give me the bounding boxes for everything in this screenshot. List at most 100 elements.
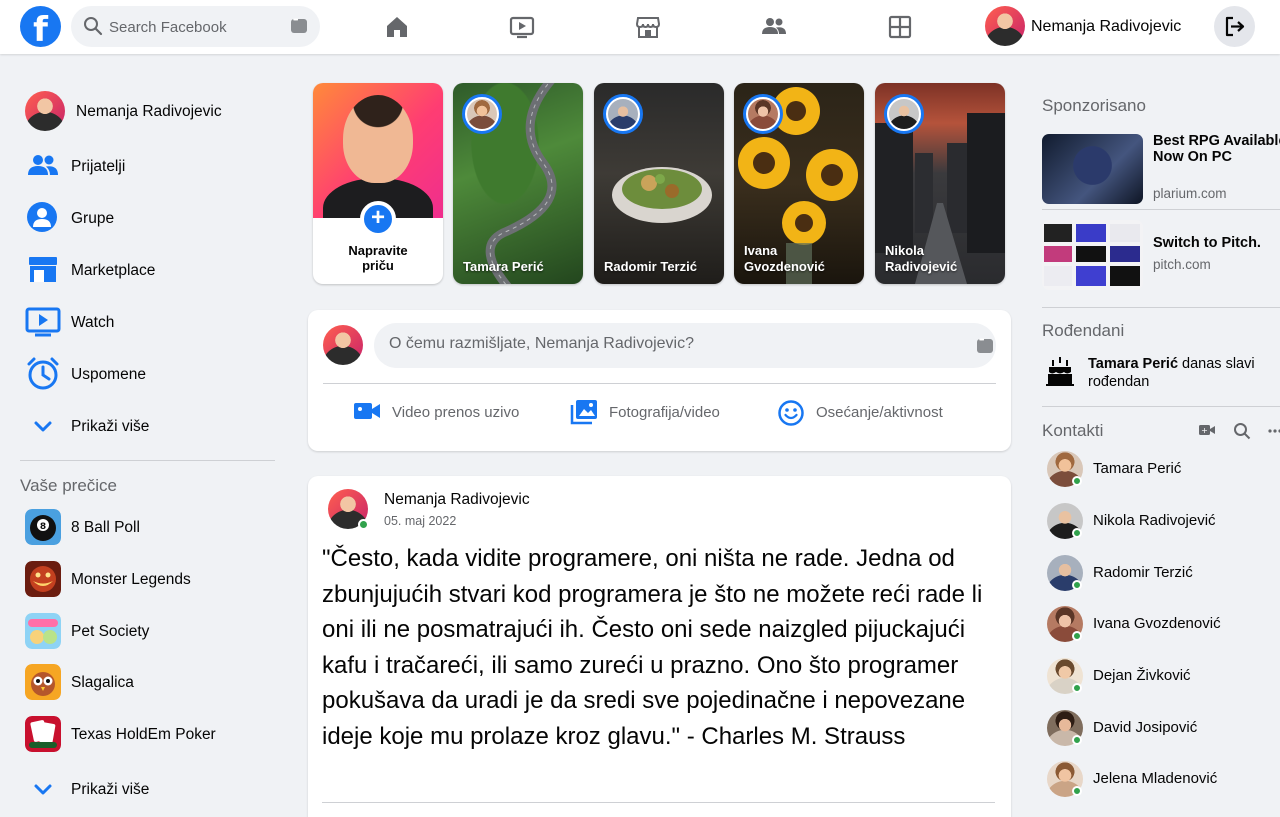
- shortcut-item[interactable]: Pet Society: [25, 613, 280, 653]
- sidebar-item-memories[interactable]: Uspomene: [25, 356, 280, 396]
- search-input[interactable]: [109, 16, 279, 38]
- sidebar-show-more[interactable]: Prikaži više: [25, 408, 280, 448]
- monster-legends-icon: [25, 561, 61, 597]
- live-video-label: Video prenos uzivo: [392, 404, 520, 421]
- contact-item[interactable]: Tamara Perić: [1047, 451, 1277, 487]
- online-status-dot: [1072, 631, 1082, 641]
- contact-name: Radomir Terzić: [1093, 564, 1193, 581]
- story-name: Nikola Radivojević: [885, 243, 958, 274]
- ad-image: [1042, 220, 1143, 290]
- contact-item[interactable]: David Josipović: [1047, 710, 1277, 746]
- contact-name: Jelena Mladenović: [1093, 770, 1218, 787]
- contact-name: Tamara Perić: [1093, 460, 1182, 477]
- contacts-title: Kontakti: [1042, 421, 1104, 440]
- search-box[interactable]: [71, 6, 320, 47]
- sponsored-title: Sponzorisano: [1042, 96, 1146, 115]
- divider: [322, 802, 995, 803]
- sidebar-item-label: Prikaži više: [71, 418, 150, 435]
- birthday-notice[interactable]: Tamara Perić danas slavi rođendan: [1088, 355, 1280, 391]
- smiley-icon: [778, 400, 804, 426]
- ad-url: plarium.com: [1153, 186, 1227, 201]
- right-sidebar: Sponzorisano Best RPG Available Now On P…: [1030, 54, 1280, 817]
- feed-post: Nemanja Radivojevic 05. maj 2022 "Često,…: [308, 476, 1011, 817]
- shortcut-item[interactable]: Monster Legends: [25, 561, 280, 601]
- contact-item[interactable]: Jelena Mladenović: [1047, 761, 1277, 797]
- ad-title: Switch to Pitch.: [1153, 235, 1261, 251]
- 8-ball-pool-icon: 8: [25, 509, 61, 545]
- gaming-icon[interactable]: [887, 14, 913, 40]
- divider: [1042, 307, 1280, 308]
- video-camera-icon: [354, 403, 380, 419]
- sidebar-item-label: Marketplace: [71, 262, 156, 279]
- story-avatar: [603, 94, 643, 134]
- story-name: Tamara Perić: [463, 259, 544, 274]
- keyboard-icon: [291, 17, 307, 33]
- story-avatar: [462, 94, 502, 134]
- contact-name: Nikola Radivojević: [1093, 512, 1216, 529]
- video-call-icon[interactable]: +: [1198, 422, 1216, 438]
- sidebar-item-label: Nemanja Radivojevic: [76, 103, 222, 120]
- create-story-label: Napravite priču: [348, 243, 408, 273]
- facebook-logo[interactable]: f: [20, 6, 61, 47]
- sidebar-item-label: Grupe: [71, 210, 115, 227]
- story-card[interactable]: Ivana Gvozdenović: [734, 83, 864, 284]
- contact-item[interactable]: Dejan Živković: [1047, 658, 1277, 694]
- logout-icon: [1225, 16, 1245, 37]
- home-icon[interactable]: [384, 14, 410, 40]
- sidebar-item-groups[interactable]: Grupe: [25, 200, 280, 240]
- online-status-dot: [1072, 528, 1082, 538]
- post-author[interactable]: Nemanja Radivojevic: [384, 491, 530, 509]
- story-card[interactable]: Tamara Perić: [453, 83, 583, 284]
- shortcut-item[interactable]: Slagalica: [25, 664, 280, 704]
- sidebar-item-label: Watch: [71, 314, 115, 331]
- divider: [1042, 209, 1280, 210]
- keyboard-icon: [977, 337, 993, 353]
- online-status-dot: [1072, 683, 1082, 693]
- logout-button[interactable]: [1214, 6, 1255, 47]
- post-date[interactable]: 05. maj 2022: [384, 514, 456, 528]
- sidebar-item-profile[interactable]: Nemanja Radivojevic: [25, 91, 280, 131]
- composer-input[interactable]: [389, 335, 949, 353]
- shortcut-item[interactable]: 8 8 Ball Poll: [25, 509, 280, 549]
- divider: [323, 383, 996, 384]
- contact-name: Dejan Živković: [1093, 667, 1191, 684]
- groups-icon[interactable]: [761, 14, 787, 40]
- more-options-icon[interactable]: [1268, 428, 1280, 434]
- online-status-dot: [1072, 786, 1082, 796]
- shortcuts-title: Vaše prečice: [20, 476, 118, 495]
- story-avatar: [743, 94, 783, 134]
- contact-item[interactable]: Nikola Radivojević: [1047, 503, 1277, 539]
- online-status-dot: [1072, 580, 1082, 590]
- birthdays-title: Rođendani: [1042, 321, 1125, 340]
- create-story-card[interactable]: + Napravite priču: [313, 83, 443, 284]
- composer-input-box[interactable]: [374, 323, 996, 368]
- story-name: Ivana Gvozdenović: [744, 243, 825, 274]
- shortcuts-show-more[interactable]: Prikaži više: [25, 771, 280, 811]
- watch-icon[interactable]: [509, 14, 535, 40]
- story-name: Radomir Terzić: [604, 259, 697, 274]
- sidebar-item-friends[interactable]: Prijatelji: [25, 148, 280, 188]
- add-story-icon[interactable]: +: [360, 201, 396, 237]
- contact-item[interactable]: Ivana Gvozdenović: [1047, 606, 1277, 642]
- contact-item[interactable]: Radomir Terzić: [1047, 555, 1277, 591]
- search-icon[interactable]: [1233, 422, 1251, 440]
- birthday-name[interactable]: Tamara Perić: [1088, 356, 1178, 372]
- sidebar-item-label: Prikaži više: [71, 781, 150, 798]
- svg-text:8: 8: [40, 522, 46, 532]
- divider: [20, 460, 275, 461]
- marketplace-icon: [29, 257, 57, 282]
- sidebar-item-watch[interactable]: Watch: [25, 304, 280, 344]
- groups-icon: [27, 202, 57, 232]
- online-status-dot: [1072, 735, 1082, 745]
- online-status-dot: [1072, 476, 1082, 486]
- svg-text:+: +: [1201, 426, 1208, 435]
- shortcut-item[interactable]: Texas HoldEm Poker: [25, 716, 280, 756]
- divider: [1042, 406, 1280, 407]
- sidebar-item-marketplace[interactable]: Marketplace: [25, 252, 280, 292]
- pet-society-icon: [25, 613, 61, 649]
- story-card[interactable]: Nikola Radivojević: [875, 83, 1005, 284]
- story-card[interactable]: Radomir Terzić: [594, 83, 724, 284]
- marketplace-icon[interactable]: [635, 14, 661, 40]
- post-text: "Često, kada vidite programere, oni ništ…: [322, 545, 983, 750]
- shortcut-label: 8 Ball Poll: [71, 519, 140, 536]
